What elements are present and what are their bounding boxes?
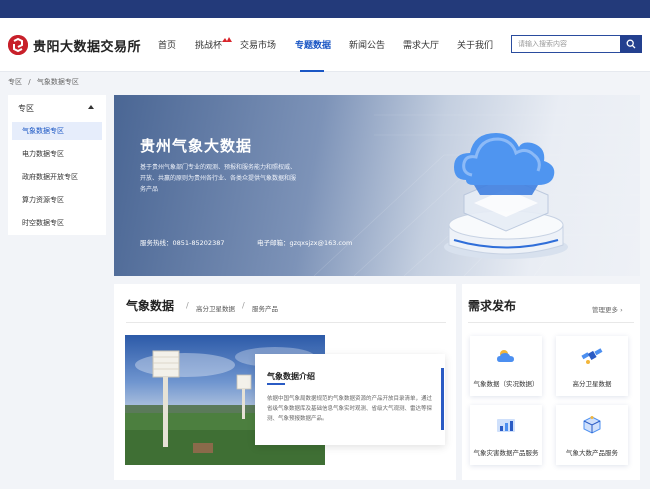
demand-title: 需求发布 [468,299,517,313]
nav-about[interactable]: 关于我们 [457,38,493,51]
breadcrumb-current: 气象数据专区 [36,78,79,86]
tile-label: 气象大数产品服务 [566,449,618,457]
weather-icon [497,350,514,362]
banner-title: 贵州气象大数据 [140,137,253,155]
demand-tile-disaster[interactable]: 气象灾害数据产品服务 [470,405,542,465]
intro-title-underline [267,383,285,385]
demand-divider [468,322,634,323]
top-strip [0,0,650,18]
tab-separator: / [242,301,245,310]
contact-email[interactable]: 电子邮箱：gzqxsjzx@163.com [257,237,352,247]
section-divider [126,322,446,323]
nav-news[interactable]: 新闻公告 [349,38,385,51]
search-icon [626,39,636,49]
banner-description: 基于贵州气象部门专业的观测、预报和服务能力和照权威、开放、共赢的原则为贵州各行业… [140,164,297,193]
sidebar-item-compute[interactable]: 算力资源专区 [12,191,102,209]
nav-demand-hall[interactable]: 需求大厅 [403,38,439,51]
caret-up-icon[interactable] [88,105,94,109]
service-hotline: 服务热线：0851-85202387 [140,239,225,247]
intro-card: 气象数据介绍 依据中国气象局数据规范的气象数据资源的产品开放目录清单，通过省级气… [255,354,445,445]
tab-satellite-data[interactable]: 高分卫星数据 [196,303,235,313]
sidebar-item-gov-open[interactable]: 政府数据开放专区 [12,168,102,186]
intro-accent-bar [441,368,444,430]
intro-text: 依据中国气象局数据规范的气象数据资源的产品开放目录清单，通过省级气象数据库及基础… [267,396,433,422]
demand-tile-bigdata[interactable]: 气象大数产品服务 [556,405,628,465]
demand-tile-satellite[interactable]: 高分卫星数据 [556,336,628,396]
demand-section: 需求发布 管理更多 › 气象数据（实况数据） 高分卫星数据 气象灾害数据产品服务 [462,284,640,480]
section-title: 气象数据 [126,299,175,313]
weather-data-section: 气象数据 / 高分卫星数据 / 服务产品 气象数据介绍 依据中国气象局数据规范的… [114,284,456,480]
breadcrumb-separator: / [28,78,31,86]
sidebar-item-power[interactable]: 电力数据专区 [12,145,102,163]
sidebar-item-spatiotemporal[interactable]: 时空数据专区 [12,214,102,232]
manage-more-label: 管理更多 [592,306,618,314]
sidebar-heading[interactable]: 专区 [18,103,34,114]
breadcrumb-zone[interactable]: 专区 [8,78,22,86]
tab-separator: / [186,301,189,310]
nav-challenge-cup[interactable]: 挑战杯 [195,38,222,51]
tile-label: 高分卫星数据 [572,380,612,388]
breadcrumb: 专区 / 气象数据专区 [8,77,83,87]
tab-service-products[interactable]: 服务产品 [252,303,278,313]
nav-home[interactable]: 首页 [158,38,176,51]
sidebar-item-weather[interactable]: 气象数据专区 [12,122,102,140]
header: 贵阳大数据交易所 首页 挑战杯 交易市场 专题数据 新闻公告 需求大厅 关于我们… [0,18,650,72]
cube-icon [583,416,601,434]
tile-label: 气象灾害数据产品服务 [473,449,539,457]
cloud-icon [454,133,555,195]
hero-banner: 贵州气象大数据 基于贵州气象部门专业的观测、预报和服务能力和照权威、开放、共赢的… [114,95,640,276]
search-button[interactable] [620,35,642,53]
chart-icon [497,419,515,432]
intro-title: 气象数据介绍 [267,372,315,381]
search-input[interactable]: 请输入搜索内容 [511,35,621,53]
sidebar: 专区 气象数据专区 电力数据专区 政府数据开放专区 算力资源专区 时空数据专区 [8,95,106,235]
tile-label: 气象数据（实况数据） [473,380,539,388]
nav-market[interactable]: 交易市场 [240,38,276,51]
hot-badge-icon [222,37,232,42]
satellite-icon [581,348,603,364]
demand-tile-weather[interactable]: 气象数据（实况数据） [470,336,542,396]
manage-more-link[interactable]: 管理更多 › [592,304,623,314]
nav-topic-data[interactable]: 专题数据 [295,38,331,51]
chevron-right-icon: › [620,306,623,314]
nav-active-indicator [300,70,324,72]
